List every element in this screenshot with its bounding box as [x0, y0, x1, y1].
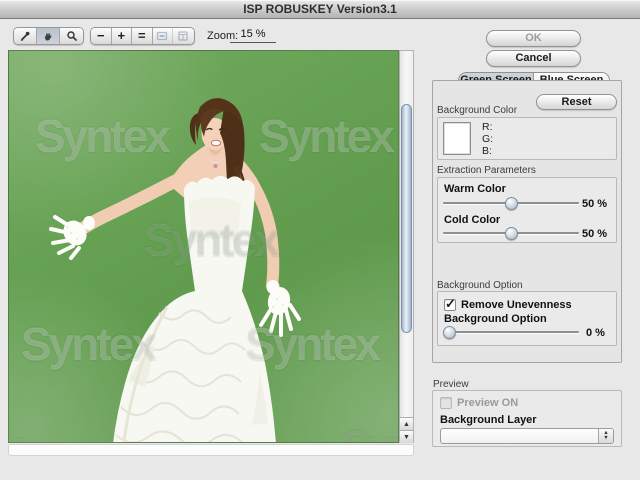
magnifier-tool-button[interactable]: [60, 28, 83, 44]
background-option-title: Background Option: [437, 280, 523, 291]
scroll-down-icon: ▼: [403, 434, 410, 441]
bride-photo: [9, 51, 399, 443]
reset-button[interactable]: Reset: [536, 94, 617, 110]
robuskey-dialog: { "window": { "title": "ISP ROBUSKEY Ver…: [0, 0, 640, 480]
slider-thumb[interactable]: [505, 197, 518, 210]
extraction-parameters-title: Extraction Parameters: [437, 165, 536, 176]
background-option-slider-label: Background Option: [444, 313, 547, 325]
preview-title: Preview: [433, 379, 469, 390]
background-layer-select[interactable]: ▲ ▼: [440, 428, 614, 444]
magnifier-icon: [66, 30, 78, 42]
scroll-up-icon: ▲: [403, 421, 410, 428]
background-option-value: 0 %: [586, 327, 605, 339]
remove-unevenness-checkbox[interactable]: ✓: [444, 299, 456, 311]
zoom-fit-button[interactable]: =: [132, 28, 153, 44]
warm-color-label: Warm Color: [444, 183, 506, 195]
background-color-swatch[interactable]: [443, 122, 471, 155]
red-channel-label: R:: [482, 121, 493, 133]
cold-color-slider[interactable]: [443, 227, 579, 240]
horizontal-scrollbar[interactable]: [8, 444, 414, 456]
zoom-out-button[interactable]: −: [91, 28, 112, 44]
stepper-icon: ▲ ▼: [598, 429, 613, 443]
zoom-value-field[interactable]: 15 %: [230, 28, 276, 43]
window-title: ISP ROBUSKEY Version3.1: [243, 2, 397, 16]
scrollbar-thumb[interactable]: [401, 104, 412, 333]
image-canvas[interactable]: Syntex Syntex Syntex Syntex Syntex Synte…: [8, 50, 399, 443]
plus-icon: +: [117, 28, 125, 44]
tool-group: [13, 27, 84, 45]
cancel-button[interactable]: Cancel: [486, 50, 581, 67]
equals-icon: =: [138, 28, 146, 44]
background-option-slider[interactable]: [443, 326, 579, 339]
title-bar[interactable]: ISP ROBUSKEY Version3.1: [0, 0, 640, 19]
vertical-scrollbar[interactable]: ▲ ▼: [399, 50, 414, 443]
check-icon: ✓: [445, 296, 456, 312]
green-channel-label: G:: [482, 133, 493, 145]
background-layer-label: Background Layer: [440, 414, 537, 426]
zoom-in-button[interactable]: +: [112, 28, 133, 44]
scroll-down-button[interactable]: ▼: [400, 430, 413, 443]
fit-image-icon: [156, 30, 168, 42]
remove-unevenness-label: Remove Unevenness: [461, 299, 572, 311]
background-color-title: Background Color: [437, 105, 517, 116]
eyedropper-tool-button[interactable]: [14, 28, 37, 44]
hand-icon: [42, 30, 54, 42]
slider-thumb[interactable]: [443, 326, 456, 339]
minus-icon: −: [97, 28, 105, 44]
slider-thumb[interactable]: [505, 227, 518, 240]
warm-color-value: 50 %: [582, 198, 607, 210]
ok-button[interactable]: OK: [486, 30, 581, 47]
eyedropper-icon: [19, 30, 31, 42]
fit-screen-icon: [177, 30, 189, 42]
warm-color-slider[interactable]: [443, 197, 579, 210]
slider-track[interactable]: [443, 331, 579, 333]
preview-on-checkbox[interactable]: ✓: [440, 397, 452, 409]
blue-channel-label: B:: [482, 145, 492, 157]
fit-image-button[interactable]: [153, 28, 174, 44]
fit-screen-button[interactable]: [173, 28, 194, 44]
preview-on-label: Preview ON: [457, 397, 518, 409]
hand-tool-button[interactable]: [37, 28, 60, 44]
zoom-group: − + =: [90, 27, 195, 45]
cold-color-value: 50 %: [582, 228, 607, 240]
cold-color-label: Cold Color: [444, 214, 500, 226]
scroll-up-button[interactable]: ▲: [400, 417, 413, 430]
stepper-down-icon: ▼: [603, 436, 608, 441]
